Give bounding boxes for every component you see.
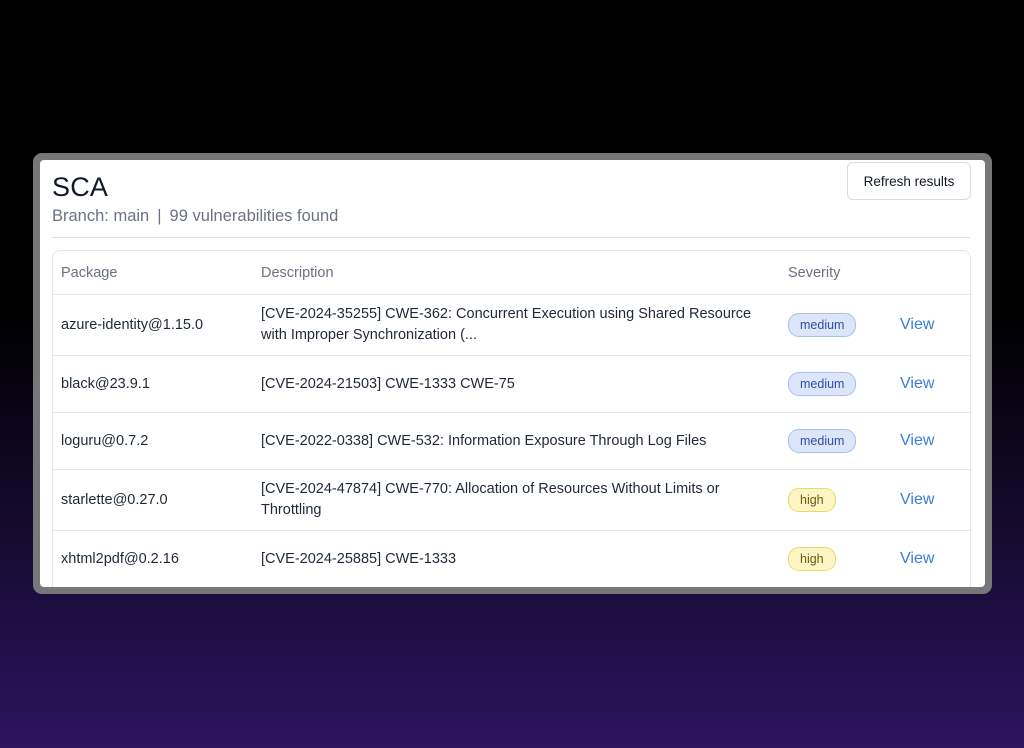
header-divider (52, 237, 970, 238)
page-title: SCA (52, 172, 109, 202)
window-frame: SCA Branch: main | 99 vulnerabilities foun… (33, 153, 992, 594)
branch-label: Branch: main (52, 207, 150, 225)
action-cell: View (892, 412, 972, 470)
action-cell: View (892, 355, 972, 413)
package-cell: black@23.9.1 (53, 355, 253, 413)
severity-cell: medium (780, 355, 892, 413)
severity-cell: medium (780, 412, 892, 470)
column-header-severity: Severity (780, 251, 892, 295)
severity-cell: high (780, 530, 892, 587)
page-subtitle: Branch: main | 99 vulnerabilities found (52, 207, 338, 226)
subtitle-separator: | (157, 207, 162, 225)
refresh-results-button[interactable]: Refresh results (847, 162, 971, 200)
description-cell: [CVE-2022-0338] CWE-532: Information Exp… (253, 412, 780, 470)
severity-badge: medium (788, 313, 857, 337)
package-cell: azure-identity@1.15.0 (53, 294, 253, 356)
table-row: loguru@0.7.2 [CVE-2022-0338] CWE-532: In… (53, 412, 972, 470)
description-cell: [CVE-2024-21503] CWE-1333 CWE-75 (253, 355, 780, 413)
column-header-description: Description (253, 251, 780, 295)
view-link[interactable]: View (900, 316, 934, 333)
table-header-row: Package Description Severity (53, 251, 972, 295)
description-cell: [CVE-2024-35255] CWE-362: Concurrent Exe… (253, 294, 780, 356)
view-link[interactable]: View (900, 550, 934, 567)
view-link[interactable]: View (900, 432, 934, 449)
description-cell: [CVE-2024-25885] CWE-1333 (253, 530, 780, 587)
view-link[interactable]: View (900, 375, 934, 392)
vulnerability-count: 99 vulnerabilities found (169, 207, 339, 225)
table-row: azure-identity@1.15.0 [CVE-2024-35255] C… (53, 294, 972, 356)
column-header-package: Package (53, 251, 253, 295)
table-row: starlette@0.27.0 [CVE-2024-47874] CWE-77… (53, 469, 972, 531)
severity-badge: high (788, 547, 836, 571)
package-cell: xhtml2pdf@0.2.16 (53, 530, 253, 587)
vulnerabilities-table: Package Description Severity azure-ident… (52, 250, 972, 587)
severity-badge: medium (788, 429, 857, 453)
table-row: xhtml2pdf@0.2.16 [CVE-2024-25885] CWE-13… (53, 530, 972, 587)
package-cell: starlette@0.27.0 (53, 469, 253, 531)
severity-cell: medium (780, 294, 892, 356)
column-header-action (892, 251, 972, 295)
package-cell: loguru@0.7.2 (53, 412, 253, 470)
severity-badge: medium (788, 372, 857, 396)
severity-cell: high (780, 469, 892, 531)
description-cell: [CVE-2024-47874] CWE-770: Allocation of … (253, 469, 780, 531)
severity-badge: high (788, 488, 836, 512)
view-link[interactable]: View (900, 491, 934, 508)
action-cell: View (892, 294, 972, 356)
table-row: black@23.9.1 [CVE-2024-21503] CWE-1333 C… (53, 355, 972, 413)
action-cell: View (892, 530, 972, 587)
sca-panel: SCA Branch: main | 99 vulnerabilities foun… (40, 160, 985, 587)
action-cell: View (892, 469, 972, 531)
